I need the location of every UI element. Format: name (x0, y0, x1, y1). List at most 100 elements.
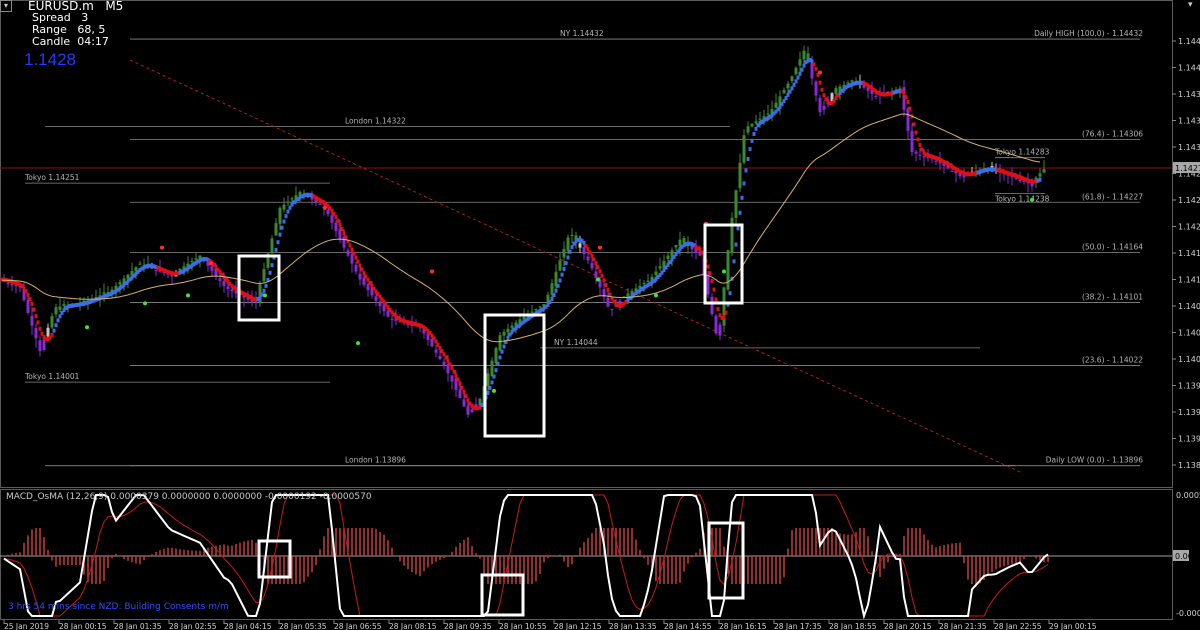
candle-body (218, 278, 222, 282)
signal-dot (160, 245, 164, 250)
hma-dot (352, 251, 356, 256)
candle-body (354, 264, 358, 272)
hma-dot (338, 222, 342, 227)
hma-dot (362, 270, 366, 275)
trading-chart[interactable]: 1.14450 1.14410 1.14370 1.14340 1.14300 1.142… (0, 0, 1200, 630)
hma-dot (754, 126, 758, 131)
hma-dot (712, 287, 716, 292)
hma-dot (554, 288, 558, 293)
candle-body (502, 331, 506, 336)
candle-body (434, 349, 438, 353)
hma-dot (796, 75, 800, 80)
candle-body (910, 130, 914, 153)
hma-dot (916, 137, 920, 142)
candle-body (550, 283, 554, 295)
candle-body (682, 238, 686, 243)
candle-body (374, 296, 378, 301)
candle-body (38, 340, 42, 352)
candle-body (510, 325, 514, 328)
hma-dot (570, 245, 574, 250)
hma-dot (596, 265, 600, 270)
candle-body (658, 266, 662, 269)
hma-dot (26, 292, 30, 297)
hma-dot (790, 86, 794, 91)
candle-body (742, 135, 746, 163)
hma-dot (744, 168, 748, 173)
candle-body (466, 405, 470, 415)
hma-dot (606, 287, 610, 292)
hma-group (0, 58, 1042, 411)
hma-dot (818, 80, 822, 85)
hma-dot (276, 240, 280, 245)
candle-body (494, 347, 498, 363)
candle-body (450, 375, 454, 382)
candle-body (738, 162, 742, 189)
price-axis-label: 1.13950 (1178, 408, 1200, 417)
candle-body (594, 271, 598, 278)
candle-body (606, 297, 610, 307)
hma-dot (486, 390, 490, 395)
candle-body (610, 308, 614, 310)
news-status-text: 3 hrs 54 mins since NZD: Building Consen… (8, 602, 229, 612)
signal-dot (596, 277, 600, 282)
candle-body (458, 389, 462, 399)
hma-dot (792, 82, 796, 87)
hma-dot (722, 315, 726, 320)
price-axis-label: 1.14230 (1178, 196, 1200, 205)
candle-body (558, 260, 562, 271)
candle-body (34, 328, 38, 339)
candle-body (794, 67, 798, 75)
session-label: Tokyo 1.14251 (24, 173, 80, 182)
hma-dot (914, 130, 918, 135)
candle-body (358, 273, 362, 280)
candle-body (58, 306, 62, 310)
hma-dot (488, 385, 492, 390)
candle-body (462, 399, 466, 407)
hma-dot (494, 368, 498, 373)
hma-dot (342, 231, 346, 236)
hma-dot (602, 278, 606, 283)
candle-body (138, 263, 142, 265)
hma-dot (556, 283, 560, 288)
candle-body (490, 360, 494, 376)
time-axis-label: 28 Jan 06:55 (334, 622, 382, 630)
hma-dot (490, 380, 494, 385)
scroll-marker-icon[interactable]: ▾ (1188, 0, 1193, 10)
candle-body (590, 262, 594, 269)
candle-body (54, 307, 58, 315)
fib-level-label: (76.4) - 1.14306 (1082, 129, 1143, 138)
price-axis-label: 1.14370 (1178, 90, 1200, 99)
timeframe: M5 (105, 0, 124, 13)
ema-line (2, 113, 1041, 343)
macd-axis-zero: 0.00 (1175, 552, 1193, 561)
hma-dot (280, 225, 284, 230)
candle-body (1018, 179, 1022, 181)
candle-body (366, 284, 370, 291)
price-axis-label: 1.14450 (1178, 37, 1200, 46)
candle-body (774, 102, 778, 108)
session-label: London 1.13896 (345, 456, 406, 465)
hma-dot (714, 297, 718, 302)
candle-body (586, 256, 590, 261)
hma-dot (274, 247, 278, 252)
candle-body (498, 335, 502, 351)
candle-body (538, 306, 542, 308)
price-axis-label: 1.13990 (1178, 382, 1200, 391)
current-price-tag-label: 1.1427 (1175, 164, 1200, 173)
hma-dot (354, 255, 358, 260)
signal-dot (818, 70, 822, 75)
hma-dot (32, 307, 36, 312)
candle-body (790, 76, 794, 82)
price-axis-label: 1.14340 (1178, 117, 1200, 126)
candle-body (734, 190, 738, 218)
hma-dot (34, 314, 38, 319)
macd-axis-bottom: -0.0009 (1176, 609, 1200, 618)
hma-dot (550, 296, 554, 301)
candle-body (346, 250, 350, 256)
time-axis-label: 29 Jan 00:15 (1049, 622, 1097, 630)
candle-body (290, 198, 294, 200)
hma-dot (552, 293, 556, 298)
candle-body (10, 284, 14, 286)
candle-body (226, 286, 230, 290)
candle-body (102, 292, 106, 294)
